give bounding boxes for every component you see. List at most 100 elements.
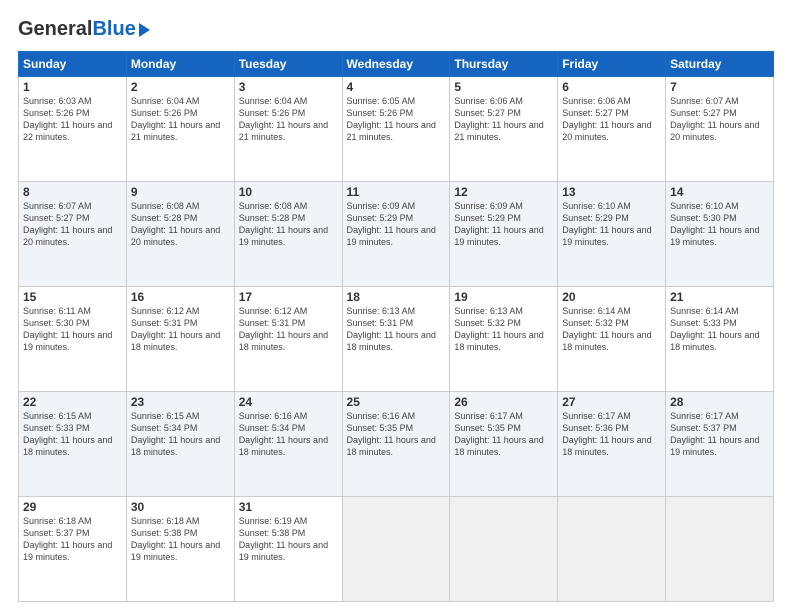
- day-info: Sunrise: 6:13 AMSunset: 5:31 PMDaylight:…: [347, 306, 436, 352]
- day-number: 10: [239, 185, 338, 199]
- day-number: 27: [562, 395, 661, 409]
- calendar-day-cell: 4 Sunrise: 6:05 AMSunset: 5:26 PMDaylight…: [342, 77, 450, 182]
- day-info: Sunrise: 6:12 AMSunset: 5:31 PMDaylight:…: [131, 306, 220, 352]
- weekday-header: Monday: [126, 52, 234, 77]
- calendar-day-cell: 16Sunrise: 6:12 AMSunset: 5:31 PMDayligh…: [126, 287, 234, 392]
- calendar-day-cell: 20 Sunrise: 6:14 AMSunset: 5:32 PMDayligh…: [558, 287, 666, 392]
- day-number: 28: [670, 395, 769, 409]
- day-info: Sunrise: 6:04 AMSunset: 5:26 PMDaylight:…: [131, 96, 220, 142]
- calendar-day-cell: 22 Sunrise: 6:15 AMSunset: 5:33 PMDayligh…: [19, 392, 127, 497]
- day-number: 17: [239, 290, 338, 304]
- calendar-day-cell: 18 Sunrise: 6:13 AMSunset: 5:31 PMDayligh…: [342, 287, 450, 392]
- day-info: Sunrise: 6:08 AMSunset: 5:28 PMDaylight:…: [239, 201, 328, 247]
- day-info: Sunrise: 6:14 AMSunset: 5:33 PMDaylight:…: [670, 306, 759, 352]
- day-info: Sunrise: 6:03 AMSunset: 5:26 PMDaylight:…: [23, 96, 112, 142]
- calendar-day-cell: 19 Sunrise: 6:13 AMSunset: 5:32 PMDayligh…: [450, 287, 558, 392]
- logo-arrow-icon: [139, 23, 150, 37]
- calendar-day-cell: 17 Sunrise: 6:12 AMSunset: 5:31 PMDayligh…: [234, 287, 342, 392]
- day-info: Sunrise: 6:11 AMSunset: 5:30 PMDaylight:…: [23, 306, 112, 352]
- header: GeneralBlue: [18, 18, 774, 41]
- page: GeneralBlue SundayMondayTuesdayWednesday…: [0, 0, 792, 612]
- day-number: 20: [562, 290, 661, 304]
- day-info: Sunrise: 6:15 AMSunset: 5:33 PMDaylight:…: [23, 411, 112, 457]
- calendar-day-cell: 1 Sunrise: 6:03 AMSunset: 5:26 PMDaylight…: [19, 77, 127, 182]
- day-number: 13: [562, 185, 661, 199]
- calendar-day-cell: 6 Sunrise: 6:06 AMSunset: 5:27 PMDaylight…: [558, 77, 666, 182]
- calendar-day-cell: 2 Sunrise: 6:04 AMSunset: 5:26 PMDaylight…: [126, 77, 234, 182]
- day-number: 3: [239, 80, 338, 94]
- day-number: 2: [131, 80, 230, 94]
- day-info: Sunrise: 6:12 AMSunset: 5:31 PMDaylight:…: [239, 306, 328, 352]
- calendar-day-cell: 13 Sunrise: 6:10 AMSunset: 5:29 PMDayligh…: [558, 182, 666, 287]
- calendar-day-cell: 8 Sunrise: 6:07 AMSunset: 5:27 PMDaylight…: [19, 182, 127, 287]
- calendar-day-cell: 15 Sunrise: 6:11 AMSunset: 5:30 PMDayligh…: [19, 287, 127, 392]
- empty-cell: [666, 497, 774, 602]
- day-number: 30: [131, 500, 230, 514]
- day-info: Sunrise: 6:18 AMSunset: 5:38 PMDaylight:…: [131, 516, 220, 562]
- calendar-day-cell: 5 Sunrise: 6:06 AMSunset: 5:27 PMDaylight…: [450, 77, 558, 182]
- day-number: 7: [670, 80, 769, 94]
- day-info: Sunrise: 6:17 AMSunset: 5:35 PMDaylight:…: [454, 411, 543, 457]
- day-number: 26: [454, 395, 553, 409]
- day-number: 4: [347, 80, 446, 94]
- day-info: Sunrise: 6:16 AMSunset: 5:34 PMDaylight:…: [239, 411, 328, 457]
- day-number: 8: [23, 185, 122, 199]
- day-number: 29: [23, 500, 122, 514]
- calendar-day-cell: 12 Sunrise: 6:09 AMSunset: 5:29 PMDayligh…: [450, 182, 558, 287]
- calendar-day-cell: 3 Sunrise: 6:04 AMSunset: 5:26 PMDaylight…: [234, 77, 342, 182]
- day-info: Sunrise: 6:10 AMSunset: 5:29 PMDaylight:…: [562, 201, 651, 247]
- day-number: 24: [239, 395, 338, 409]
- day-number: 25: [347, 395, 446, 409]
- calendar-day-cell: 7Sunrise: 6:07 AMSunset: 5:27 PMDaylight…: [666, 77, 774, 182]
- day-number: 22: [23, 395, 122, 409]
- calendar-day-cell: 31 Sunrise: 6:19 AMSunset: 5:38 PMDayligh…: [234, 497, 342, 602]
- day-info: Sunrise: 6:07 AMSunset: 5:27 PMDaylight:…: [23, 201, 112, 247]
- day-number: 12: [454, 185, 553, 199]
- day-number: 9: [131, 185, 230, 199]
- day-info: Sunrise: 6:13 AMSunset: 5:32 PMDaylight:…: [454, 306, 543, 352]
- calendar-table: SundayMondayTuesdayWednesdayThursdayFrid…: [18, 51, 774, 602]
- day-number: 15: [23, 290, 122, 304]
- day-info: Sunrise: 6:05 AMSunset: 5:26 PMDaylight:…: [347, 96, 436, 142]
- weekday-header: Sunday: [19, 52, 127, 77]
- day-info: Sunrise: 6:16 AMSunset: 5:35 PMDaylight:…: [347, 411, 436, 457]
- day-number: 18: [347, 290, 446, 304]
- day-info: Sunrise: 6:09 AMSunset: 5:29 PMDaylight:…: [347, 201, 436, 247]
- day-info: Sunrise: 6:09 AMSunset: 5:29 PMDaylight:…: [454, 201, 543, 247]
- weekday-header: Friday: [558, 52, 666, 77]
- calendar-day-cell: 24 Sunrise: 6:16 AMSunset: 5:34 PMDayligh…: [234, 392, 342, 497]
- day-number: 1: [23, 80, 122, 94]
- day-info: Sunrise: 6:08 AMSunset: 5:28 PMDaylight:…: [131, 201, 220, 247]
- day-info: Sunrise: 6:17 AMSunset: 5:36 PMDaylight:…: [562, 411, 651, 457]
- day-number: 23: [131, 395, 230, 409]
- calendar-day-cell: 21 Sunrise: 6:14 AMSunset: 5:33 PMDayligh…: [666, 287, 774, 392]
- day-number: 21: [670, 290, 769, 304]
- day-info: Sunrise: 6:14 AMSunset: 5:32 PMDaylight:…: [562, 306, 651, 352]
- calendar-day-cell: 9 Sunrise: 6:08 AMSunset: 5:28 PMDaylight…: [126, 182, 234, 287]
- day-number: 14: [670, 185, 769, 199]
- calendar-day-cell: 14Sunrise: 6:10 AMSunset: 5:30 PMDayligh…: [666, 182, 774, 287]
- calendar-day-cell: 27 Sunrise: 6:17 AMSunset: 5:36 PMDayligh…: [558, 392, 666, 497]
- calendar-day-cell: 29 Sunrise: 6:18 AMSunset: 5:37 PMDayligh…: [19, 497, 127, 602]
- calendar-day-cell: 28 Sunrise: 6:17 AMSunset: 5:37 PMDayligh…: [666, 392, 774, 497]
- day-number: 11: [347, 185, 446, 199]
- day-number: 5: [454, 80, 553, 94]
- weekday-header: Wednesday: [342, 52, 450, 77]
- day-info: Sunrise: 6:18 AMSunset: 5:37 PMDaylight:…: [23, 516, 112, 562]
- day-info: Sunrise: 6:06 AMSunset: 5:27 PMDaylight:…: [562, 96, 651, 142]
- weekday-header: Thursday: [450, 52, 558, 77]
- day-info: Sunrise: 6:19 AMSunset: 5:38 PMDaylight:…: [239, 516, 328, 562]
- calendar-day-cell: 23 Sunrise: 6:15 AMSunset: 5:34 PMDayligh…: [126, 392, 234, 497]
- empty-cell: [450, 497, 558, 602]
- calendar-day-cell: 25 Sunrise: 6:16 AMSunset: 5:35 PMDayligh…: [342, 392, 450, 497]
- day-info: Sunrise: 6:04 AMSunset: 5:26 PMDaylight:…: [239, 96, 328, 142]
- day-number: 31: [239, 500, 338, 514]
- calendar-day-cell: 11 Sunrise: 6:09 AMSunset: 5:29 PMDayligh…: [342, 182, 450, 287]
- day-info: Sunrise: 6:06 AMSunset: 5:27 PMDaylight:…: [454, 96, 543, 142]
- logo-text: GeneralBlue: [18, 18, 136, 41]
- day-number: 19: [454, 290, 553, 304]
- day-number: 6: [562, 80, 661, 94]
- day-info: Sunrise: 6:15 AMSunset: 5:34 PMDaylight:…: [131, 411, 220, 457]
- day-info: Sunrise: 6:17 AMSunset: 5:37 PMDaylight:…: [670, 411, 759, 457]
- empty-cell: [558, 497, 666, 602]
